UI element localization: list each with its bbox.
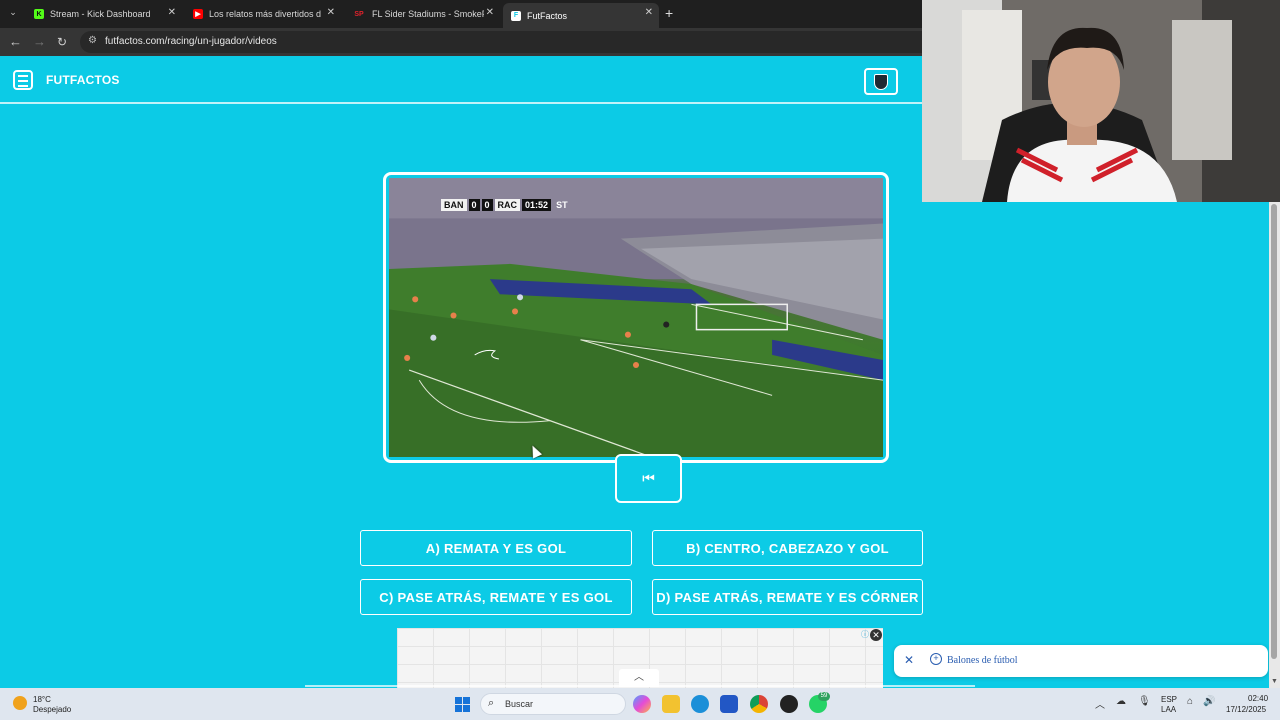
browser-tab[interactable]: K Stream - Kick Dashboard ✕ — [26, 3, 182, 25]
match-period: ST — [556, 200, 568, 210]
answer-option-b[interactable]: B) CENTRO, CABEZAZO Y GOL — [652, 530, 923, 566]
wifi-icon[interactable]: ⌂ — [1187, 696, 1193, 707]
site-header: FUTFACTOS — [0, 56, 922, 102]
whatsapp-notification-badge: 59 — [818, 692, 830, 701]
futfactos-favicon-icon: F — [511, 10, 521, 21]
forward-arrow-icon[interactable]: → — [33, 34, 46, 50]
team-crest-button[interactable] — [864, 68, 898, 95]
tab-title: FL Sider Stadiums - SmokePatc — [372, 9, 484, 19]
browser-tab[interactable]: SP FL Sider Stadiums - SmokePatc ✕ — [344, 3, 500, 25]
obs-icon[interactable] — [780, 695, 798, 713]
scroll-down-arrow-icon[interactable]: ▼ — [1271, 678, 1278, 685]
network-tray-icon[interactable]: ☁ — [1116, 696, 1126, 707]
tab-close-icon[interactable]: ✕ — [645, 7, 653, 18]
kick-favicon-icon: K — [34, 9, 44, 19]
file-explorer-icon[interactable] — [662, 695, 680, 713]
input-layout[interactable]: LAA — [1161, 705, 1176, 714]
browser-tab-active[interactable]: F FutFactos ✕ — [503, 3, 659, 28]
tab-close-icon[interactable]: ✕ — [486, 7, 494, 18]
answer-option-d[interactable]: D) PASE ATRÁS, REMATE Y ES CÓRNER — [652, 579, 923, 615]
windows-taskbar: 18°C Despejado ⌕ Buscar ︿ ☁ 🎙 ⌂ 🔊 ESP LA… — [0, 688, 1280, 720]
copilot-icon[interactable] — [633, 695, 651, 713]
video-player-frame: BAN 0 0 RAC 01:52 ST — [383, 172, 889, 463]
tray-overflow-chevron-icon[interactable]: ︿ — [1095, 696, 1105, 711]
match-video[interactable]: BAN 0 0 RAC 01:52 ST — [389, 178, 883, 457]
back-arrow-icon[interactable]: ← — [9, 34, 22, 50]
input-language[interactable]: ESP — [1161, 695, 1177, 704]
rewind-button[interactable]: ⏮ — [615, 454, 682, 503]
futfactos-logo-icon[interactable] — [13, 70, 33, 90]
taskbar-search[interactable]: ⌕ Buscar — [480, 693, 626, 715]
microphone-icon[interactable]: 🎙 — [1138, 696, 1151, 707]
smokepatch-favicon-icon: SP — [354, 10, 364, 18]
webcam-person-image — [922, 0, 1280, 202]
ad-close-icon[interactable]: ✕ — [870, 629, 882, 641]
weather-temperature[interactable]: 18°C — [33, 695, 51, 704]
reload-icon[interactable]: ↻ — [57, 34, 67, 50]
url-text[interactable]: futfactos.com/racing/un-jugador/videos — [105, 36, 277, 47]
store-icon[interactable] — [720, 695, 738, 713]
windows-start-icon[interactable] — [455, 697, 470, 712]
search-suggestion-bar[interactable]: ✕ + Balones de fútbol — [894, 645, 1268, 677]
tab-search-chevron-icon[interactable]: ⌄ — [6, 7, 20, 21]
search-icon: ⌕ — [488, 697, 495, 709]
tab-title: FutFactos — [527, 10, 568, 21]
answer-option-c[interactable]: C) PASE ATRÁS, REMATE Y ES GOL — [360, 579, 632, 615]
chrome-icon[interactable] — [750, 695, 768, 713]
tab-close-icon[interactable]: ✕ — [168, 7, 176, 18]
close-icon[interactable]: ✕ — [904, 653, 914, 667]
tab-title: Stream - Kick Dashboard — [50, 9, 151, 19]
away-team: RAC — [494, 199, 521, 211]
skip-back-icon: ⏮ — [642, 470, 655, 486]
search-placeholder: Buscar — [505, 699, 534, 709]
address-bar[interactable]: ⚙ futfactos.com/racing/un-jugador/videos — [80, 31, 980, 53]
ad-divider — [305, 685, 975, 687]
suggestion-text[interactable]: Balones de fútbol — [947, 655, 1018, 666]
ad-info-icon[interactable]: ⓘ — [861, 629, 869, 640]
search-suggestion-icon: + — [930, 653, 942, 665]
scrollbar-thumb[interactable] — [1271, 204, 1277, 659]
header-divider — [0, 102, 922, 104]
new-tab-plus-icon[interactable]: + — [665, 5, 673, 21]
clock-date[interactable]: 17/12/2025 — [1226, 705, 1266, 714]
tab-title: Los relatos más divertidos de M — [209, 9, 321, 19]
home-team: BAN — [441, 199, 467, 211]
tab-close-icon[interactable]: ✕ — [327, 7, 335, 18]
clock-time[interactable]: 02:40 — [1248, 694, 1268, 703]
away-score: 0 — [481, 199, 493, 211]
pitch-scene — [389, 178, 883, 457]
volume-icon[interactable]: 🔊 — [1203, 696, 1215, 707]
weather-moon-icon[interactable] — [13, 696, 27, 710]
weather-description[interactable]: Despejado — [33, 705, 71, 714]
edge-icon[interactable] — [691, 695, 709, 713]
home-score: 0 — [468, 199, 480, 211]
youtube-favicon-icon: ▶ — [193, 9, 203, 19]
match-clock: 01:52 — [522, 199, 552, 211]
answer-option-a[interactable]: A) REMATA Y ES GOL — [360, 530, 632, 566]
match-scoreboard: BAN 0 0 RAC 01:52 ST — [441, 199, 571, 211]
browser-tab[interactable]: ▶ Los relatos más divertidos de M ✕ — [185, 3, 341, 25]
shield-crest-icon — [874, 73, 888, 90]
webcam-overlay — [922, 0, 1280, 202]
site-info-icon[interactable]: ⚙ — [88, 35, 97, 46]
site-logo-text[interactable]: FUTFACTOS — [46, 73, 120, 87]
